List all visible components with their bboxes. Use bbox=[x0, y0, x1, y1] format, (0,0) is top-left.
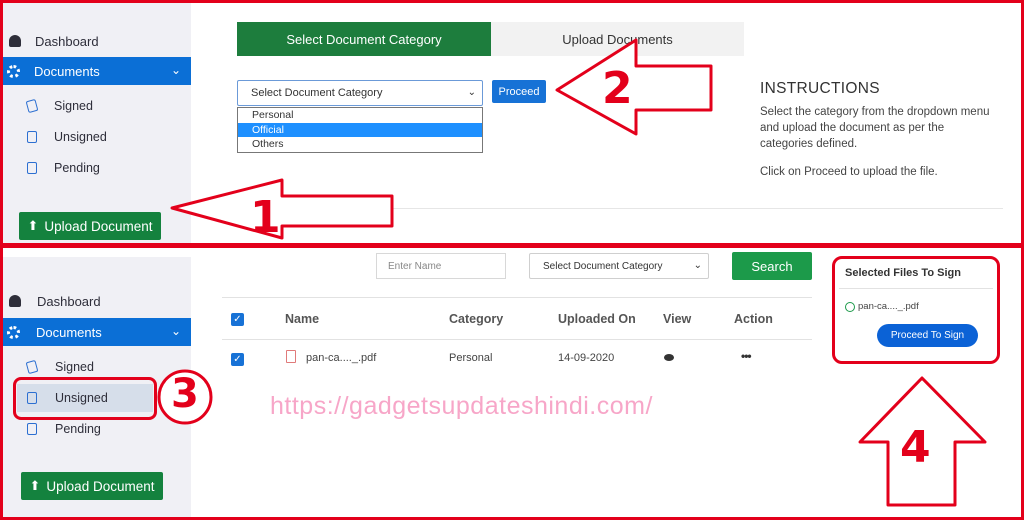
signed-document-icon bbox=[25, 98, 39, 114]
sidebar-item-dashboard[interactable]: Dashboard bbox=[3, 287, 191, 315]
sidebar: Dashboard Documents ⌄ Signed Unsigned Pe… bbox=[3, 3, 191, 243]
search-button[interactable]: Search bbox=[732, 252, 812, 280]
upload-document-button[interactable]: ⬆ Upload Document bbox=[19, 212, 161, 240]
sidebar-item-signed[interactable]: Signed bbox=[3, 92, 163, 120]
instructions-text-proceed: Click on Proceed to upload the file. bbox=[760, 166, 938, 178]
sidebar-item-label: Signed bbox=[54, 99, 93, 113]
table-divider bbox=[222, 297, 812, 298]
proceed-to-sign-button[interactable]: Proceed To Sign bbox=[877, 324, 978, 347]
column-header-category[interactable]: Category bbox=[449, 312, 503, 326]
column-header-action: Action bbox=[734, 312, 773, 326]
sidebar-item-documents[interactable]: Documents ⌄ bbox=[3, 318, 191, 346]
proceed-button[interactable]: Proceed bbox=[492, 80, 546, 103]
row-checkbox[interactable]: ✓ bbox=[231, 353, 244, 366]
select-all-checkbox[interactable]: ✓ bbox=[231, 313, 244, 326]
instructions-title: INSTRUCTIONS bbox=[760, 80, 880, 97]
sidebar-item-label: Pending bbox=[54, 161, 100, 175]
sidebar-item-label: Unsigned bbox=[54, 130, 107, 144]
dropdown-option[interactable]: Others bbox=[238, 137, 482, 152]
name-search-input[interactable]: Enter Name bbox=[376, 253, 506, 279]
chevron-down-icon: ⌄ bbox=[170, 324, 181, 338]
tab-upload-documents[interactable]: Upload Documents bbox=[491, 22, 744, 56]
column-header-name[interactable]: Name bbox=[285, 312, 319, 326]
check-circle-icon bbox=[845, 301, 855, 312]
dashboard-icon bbox=[9, 295, 21, 307]
dropdown-option[interactable]: Personal bbox=[238, 108, 482, 123]
signed-document-icon bbox=[25, 359, 39, 375]
annotation-number-2: 2 bbox=[602, 63, 633, 114]
annotation-number-4: 4 bbox=[900, 422, 931, 473]
more-actions-icon[interactable]: ••• bbox=[741, 349, 752, 363]
row-file-name[interactable]: pan-ca...._.pdf bbox=[306, 352, 376, 364]
chevron-down-icon: ⌄ bbox=[693, 260, 702, 271]
pdf-file-icon bbox=[286, 350, 296, 363]
annotation-number-1: 1 bbox=[250, 192, 281, 243]
upload-icon: ⬆ bbox=[27, 218, 39, 233]
pending-document-icon bbox=[27, 423, 37, 435]
select-value: Select Document Category bbox=[251, 87, 383, 99]
sidebar-item-label: Dashboard bbox=[35, 33, 99, 49]
column-header-view: View bbox=[663, 312, 692, 326]
upload-document-button[interactable]: ⬆ Upload Document bbox=[21, 472, 163, 500]
watermark-url: https://gadgetsupdateshindi.com/ bbox=[270, 392, 653, 420]
top-panel: Dashboard Documents ⌄ Signed Unsigned Pe… bbox=[0, 0, 1024, 246]
divider bbox=[839, 288, 993, 289]
sidebar-item-dashboard[interactable]: Dashboard bbox=[3, 27, 191, 55]
dashboard-icon bbox=[9, 35, 21, 47]
divider bbox=[203, 208, 1003, 209]
sidebar-item-documents[interactable]: Documents ⌄ bbox=[3, 57, 191, 85]
eye-icon[interactable] bbox=[664, 354, 674, 361]
bottom-panel: Dashboard Documents ⌄ Signed Unsigned Pe… bbox=[0, 245, 1024, 520]
document-category-select[interactable]: Select Document Category ⌄ bbox=[237, 80, 483, 106]
row-category: Personal bbox=[449, 352, 493, 364]
upload-icon: ⬆ bbox=[29, 478, 41, 493]
column-header-uploaded-on[interactable]: Uploaded On bbox=[558, 312, 636, 326]
select-value: Select Document Category bbox=[543, 260, 663, 272]
chevron-down-icon: ⌄ bbox=[170, 63, 181, 77]
selected-file-name: pan-ca...._.pdf bbox=[858, 301, 919, 312]
selected-files-title: Selected Files To Sign bbox=[845, 267, 961, 279]
category-dropdown-list: Personal Official Others bbox=[237, 107, 483, 153]
instructions-text: Select the category from the dropdown me… bbox=[760, 106, 990, 150]
dropdown-option-selected[interactable]: Official bbox=[238, 122, 482, 137]
pending-document-icon bbox=[27, 162, 37, 174]
table-divider bbox=[222, 339, 812, 340]
gear-icon bbox=[7, 64, 20, 78]
tab-select-document-category[interactable]: Select Document Category bbox=[237, 22, 491, 56]
sidebar-item-label: Dashboard bbox=[37, 293, 101, 309]
unsigned-highlight-outline bbox=[13, 377, 157, 420]
selected-files-panel: Selected Files To Sign pan-ca...._.pdf P… bbox=[832, 256, 1000, 364]
gear-icon bbox=[7, 325, 20, 339]
sidebar-item-label: Documents bbox=[36, 324, 102, 340]
selected-file-item: pan-ca...._.pdf bbox=[845, 301, 919, 312]
sidebar-item-label: Signed bbox=[55, 360, 94, 374]
row-uploaded-on: 14-09-2020 bbox=[558, 352, 615, 364]
sidebar-item-pending[interactable]: Pending bbox=[3, 154, 163, 182]
category-filter-select[interactable]: Select Document Category ⌄ bbox=[529, 253, 709, 279]
chevron-down-icon: ⌄ bbox=[467, 87, 476, 98]
annotation-number-3: 3 bbox=[171, 371, 199, 417]
sidebar-item-label: Pending bbox=[55, 422, 101, 436]
sidebar-item-label: Documents bbox=[34, 63, 100, 79]
sidebar-item-unsigned[interactable]: Unsigned bbox=[3, 123, 163, 151]
document-icon bbox=[27, 131, 37, 143]
